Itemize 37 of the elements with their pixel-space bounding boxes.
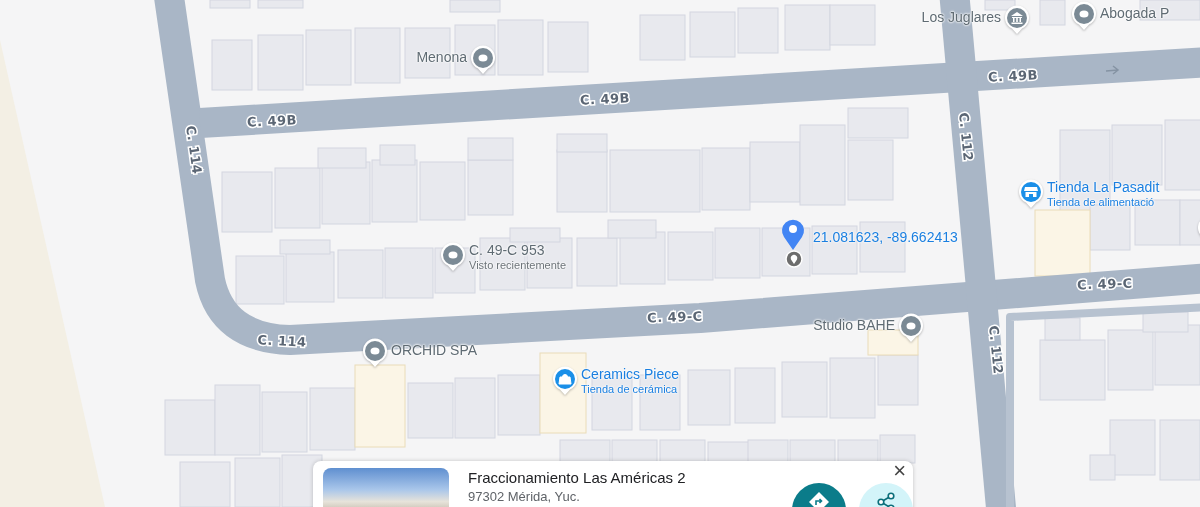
place-name[interactable]: Tienda La Pasadit <box>1047 178 1160 196</box>
photo-placeholder[interactable] <box>323 468 449 507</box>
place-name[interactable]: Ceramics Piece <box>581 365 680 383</box>
share-icon <box>875 491 897 507</box>
one-way-arrow-icon <box>1105 65 1120 75</box>
place-pin-icon[interactable] <box>898 313 924 343</box>
place-name[interactable]: C. 49-C 953 <box>469 241 567 259</box>
place-address: 97302 Mérida, Yuc. <box>468 488 581 505</box>
place-category: Visto recientemente <box>469 259 567 271</box>
place-pin-icon[interactable] <box>470 45 496 75</box>
street-label: C. 112 <box>955 111 976 163</box>
street-label: C. 112 <box>985 324 1006 376</box>
place-pin-icon[interactable] <box>362 338 388 368</box>
place-name[interactable]: Studio BAHE <box>813 316 895 334</box>
place-name[interactable]: Los Juglares <box>921 8 1001 26</box>
store-pin-icon[interactable] <box>1018 179 1044 209</box>
street-label: C. 49B <box>579 90 631 108</box>
street-label: C. 114 <box>257 332 307 350</box>
place-pin-icon[interactable] <box>1071 1 1097 31</box>
street-label: C. 114 <box>183 124 205 176</box>
street-label: C. 49B <box>246 112 298 130</box>
street-label: C. 49B <box>987 67 1039 85</box>
place-pin-icon[interactable] <box>440 242 466 272</box>
place-name[interactable]: ORCHID SPA <box>391 341 478 359</box>
place-title: Fraccionamiento Las Américas 2 <box>468 469 687 487</box>
coordinates-label[interactable]: 21.081623, -89.662413 <box>813 229 958 245</box>
bag-pin-icon[interactable] <box>552 366 578 396</box>
close-button[interactable]: × <box>890 461 909 481</box>
building-pin-icon[interactable] <box>1004 5 1030 35</box>
place-category: Tienda de alimentació <box>1047 196 1156 208</box>
street-label: C. 49-C <box>1076 275 1133 293</box>
street-label: C. 49-C <box>646 308 703 326</box>
pin-icon <box>785 250 803 268</box>
directions-icon <box>808 491 830 507</box>
place-category: Tienda de cerámica <box>581 383 679 395</box>
place-name[interactable]: Abogada P <box>1100 4 1170 22</box>
place-name[interactable]: Menona <box>416 48 467 66</box>
